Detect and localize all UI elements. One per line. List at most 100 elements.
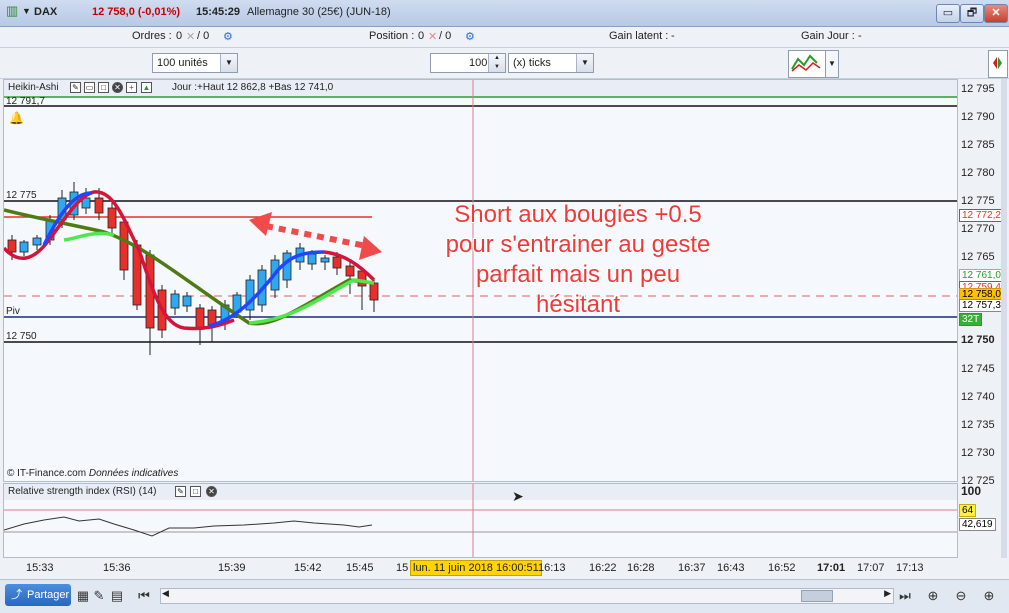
position-label: Position : (369, 30, 415, 42)
time-tick: 15:33 (26, 562, 54, 574)
annotation-text: Short aux bougies +0.5 pour s'entrainer … (408, 200, 748, 320)
level-label-12775: 12 775 (6, 190, 37, 201)
cancel-orders-icon[interactable]: ✕ (186, 30, 195, 43)
price-tick: 12 735 (961, 419, 995, 431)
scrollbar[interactable] (1001, 79, 1007, 558)
close-button[interactable]: ✕ (984, 4, 1008, 23)
candle-body (170, 293, 180, 309)
scroll-start-icon[interactable]: ⏮ (135, 587, 153, 605)
cursor-time-label: lun. 11 juin 2018 16:00:51 (410, 560, 542, 576)
info-bar: Ordres : 0 ✕ / 0 ⚙ Position : 0 ✕ / 0 ⚙ … (0, 27, 1009, 48)
slow-ma-up-segment (63, 231, 115, 242)
zoom-auto-icon[interactable]: ⊕ (924, 587, 942, 605)
price-tick: 12 785 (961, 139, 995, 151)
annotation-line-3: parfait mais un peu (475, 261, 681, 288)
side-panel-toggle[interactable] (988, 50, 1008, 78)
share-label: Partager (27, 589, 70, 601)
step-input[interactable]: 100 ▲ ▼ (430, 53, 506, 73)
title-bar: ▥ ▼ DAX 12 758,0 (-0,01%) 15:45:29 Allem… (0, 0, 1009, 27)
zoom-in-icon[interactable]: ⊕ (980, 587, 998, 605)
time-scrollbar-thumb[interactable] (801, 590, 833, 602)
rsi-level-tag: 64 (959, 504, 977, 517)
instrument-name[interactable]: DAX (34, 6, 57, 18)
chevron-down-icon[interactable]: ▼ (220, 54, 237, 72)
time-tick: 16:28 (627, 562, 655, 574)
rsi-panel[interactable]: Relative strength index (RSI) (14) ✎ □ ✕… (3, 483, 958, 558)
candle-body (7, 239, 17, 253)
step-value: 100 (469, 57, 488, 69)
time-tick: 17:13 (896, 562, 924, 574)
bell-icon[interactable]: 🔔 (9, 111, 24, 125)
price-tick: 12 780 (961, 167, 995, 179)
time-axis[interactable]: 15:33 15:36 15:39 15:42 15:45 15 lun. 11… (3, 558, 958, 578)
candle-body (107, 207, 117, 229)
calculator-icon[interactable]: ▤ (108, 587, 126, 605)
price-tick: 12 750 (961, 334, 995, 346)
gain-latent-label: Gain latent : (609, 30, 669, 42)
chart-type-dropdown[interactable]: ▼ (825, 50, 839, 78)
price-tick: 12 765 (961, 251, 995, 263)
candle-body (94, 197, 104, 214)
scroll-end-icon[interactable]: ⏭ (896, 587, 914, 605)
share-button[interactable]: ⤴ Partager (5, 584, 71, 606)
dropdown-icon[interactable]: ▼ (22, 6, 31, 16)
bottom-toolbar: ⤴ Partager ▦ ✎ ▤ ⏮ ◀ ▶ ⏭ ⊕ ⊖ ⊕ (0, 579, 1009, 613)
contract-name: Allemagne 30 (25€) (JUN-18) (247, 6, 391, 18)
time-tick: 16:13 (538, 562, 566, 574)
time-tick: 15:39 (218, 562, 246, 574)
close-icon[interactable]: ✕ (112, 82, 123, 93)
scroll-left-icon[interactable]: ◀ (162, 588, 169, 599)
add-icon[interactable]: + (126, 82, 137, 93)
mouse-cursor-icon: ➤ (512, 488, 524, 504)
gain-jour-label: Gain Jour : (801, 30, 855, 42)
chevron-down-icon[interactable]: ▼ (576, 54, 593, 72)
price-tick: 12 775 (961, 195, 995, 207)
candle-body (282, 252, 292, 281)
arrow-up-icon[interactable]: ▲ (141, 82, 152, 93)
spinner-icon[interactable]: ▲ ▼ (488, 54, 505, 72)
wrench-icon[interactable]: ✎ (175, 486, 186, 497)
annotation-line-2: pour s'entrainer au geste (445, 231, 711, 258)
time-tick: 17:07 (857, 562, 885, 574)
price-tag-red: 12 772,2 (959, 209, 1004, 222)
quantity-select[interactable]: 100 unités ▼ (152, 53, 238, 73)
orders-label: Ordres : (132, 30, 172, 42)
wrench-icon[interactable]: ✎ (70, 82, 81, 93)
orders-settings-icon[interactable]: ⚙ (223, 30, 233, 43)
minimize-button[interactable]: ▭ (936, 4, 960, 23)
level-label-top: 12 791,7 (6, 96, 45, 107)
chart-app-icon: ▥ (6, 3, 19, 18)
indicator-name[interactable]: Heikin-Ashi (8, 82, 59, 93)
time-tick: 16:52 (768, 562, 796, 574)
candle-body (345, 265, 355, 277)
close-position-icon[interactable]: ✕ (428, 30, 437, 43)
maximize-button[interactable]: 🗗 (960, 4, 984, 23)
chart-type-button[interactable] (788, 50, 826, 78)
quantity-value: 100 unités (157, 57, 208, 69)
time-tick: 15:42 (294, 562, 322, 574)
price-change: 12 758,0 (-0,01%) (92, 6, 181, 18)
pivot-label: Piv (6, 306, 20, 317)
zoom-out-icon[interactable]: ⊖ (952, 587, 970, 605)
time-tick: 16:43 (717, 562, 745, 574)
position-settings-icon[interactable]: ⚙ (465, 30, 475, 43)
price-tick: 12 790 (961, 111, 995, 123)
step-unit-select[interactable]: (x) ticks ▼ (508, 53, 594, 73)
candle-body (19, 241, 29, 253)
window-icon[interactable]: ▭ (84, 82, 95, 93)
scroll-right-icon[interactable]: ▶ (884, 588, 891, 599)
candle-body (32, 237, 42, 246)
candle-body (332, 256, 342, 269)
price-tag-last: 12 757,3 (959, 299, 1004, 312)
maximize-icon[interactable]: □ (190, 486, 201, 497)
rsi-title[interactable]: Relative strength index (RSI) (14) (8, 486, 156, 497)
price-axis[interactable]: 12 795 12 790 12 785 12 780 12 775 12 77… (958, 79, 1006, 558)
chart-type-icon (791, 54, 821, 72)
time-scrollbar-track[interactable]: ◀ ▶ (160, 588, 894, 604)
copyright: © IT-Finance.com Données indicatives (7, 468, 179, 479)
order-toolbar: 100 unités ▼ 100 ▲ ▼ (x) ticks ▼ ▼ (0, 48, 1009, 79)
toolbox-icon[interactable]: ✎ (90, 587, 108, 605)
close-icon[interactable]: ✕ (206, 486, 217, 497)
maximize-icon[interactable]: □ (98, 82, 109, 93)
orders-value: 0 (176, 30, 183, 42)
